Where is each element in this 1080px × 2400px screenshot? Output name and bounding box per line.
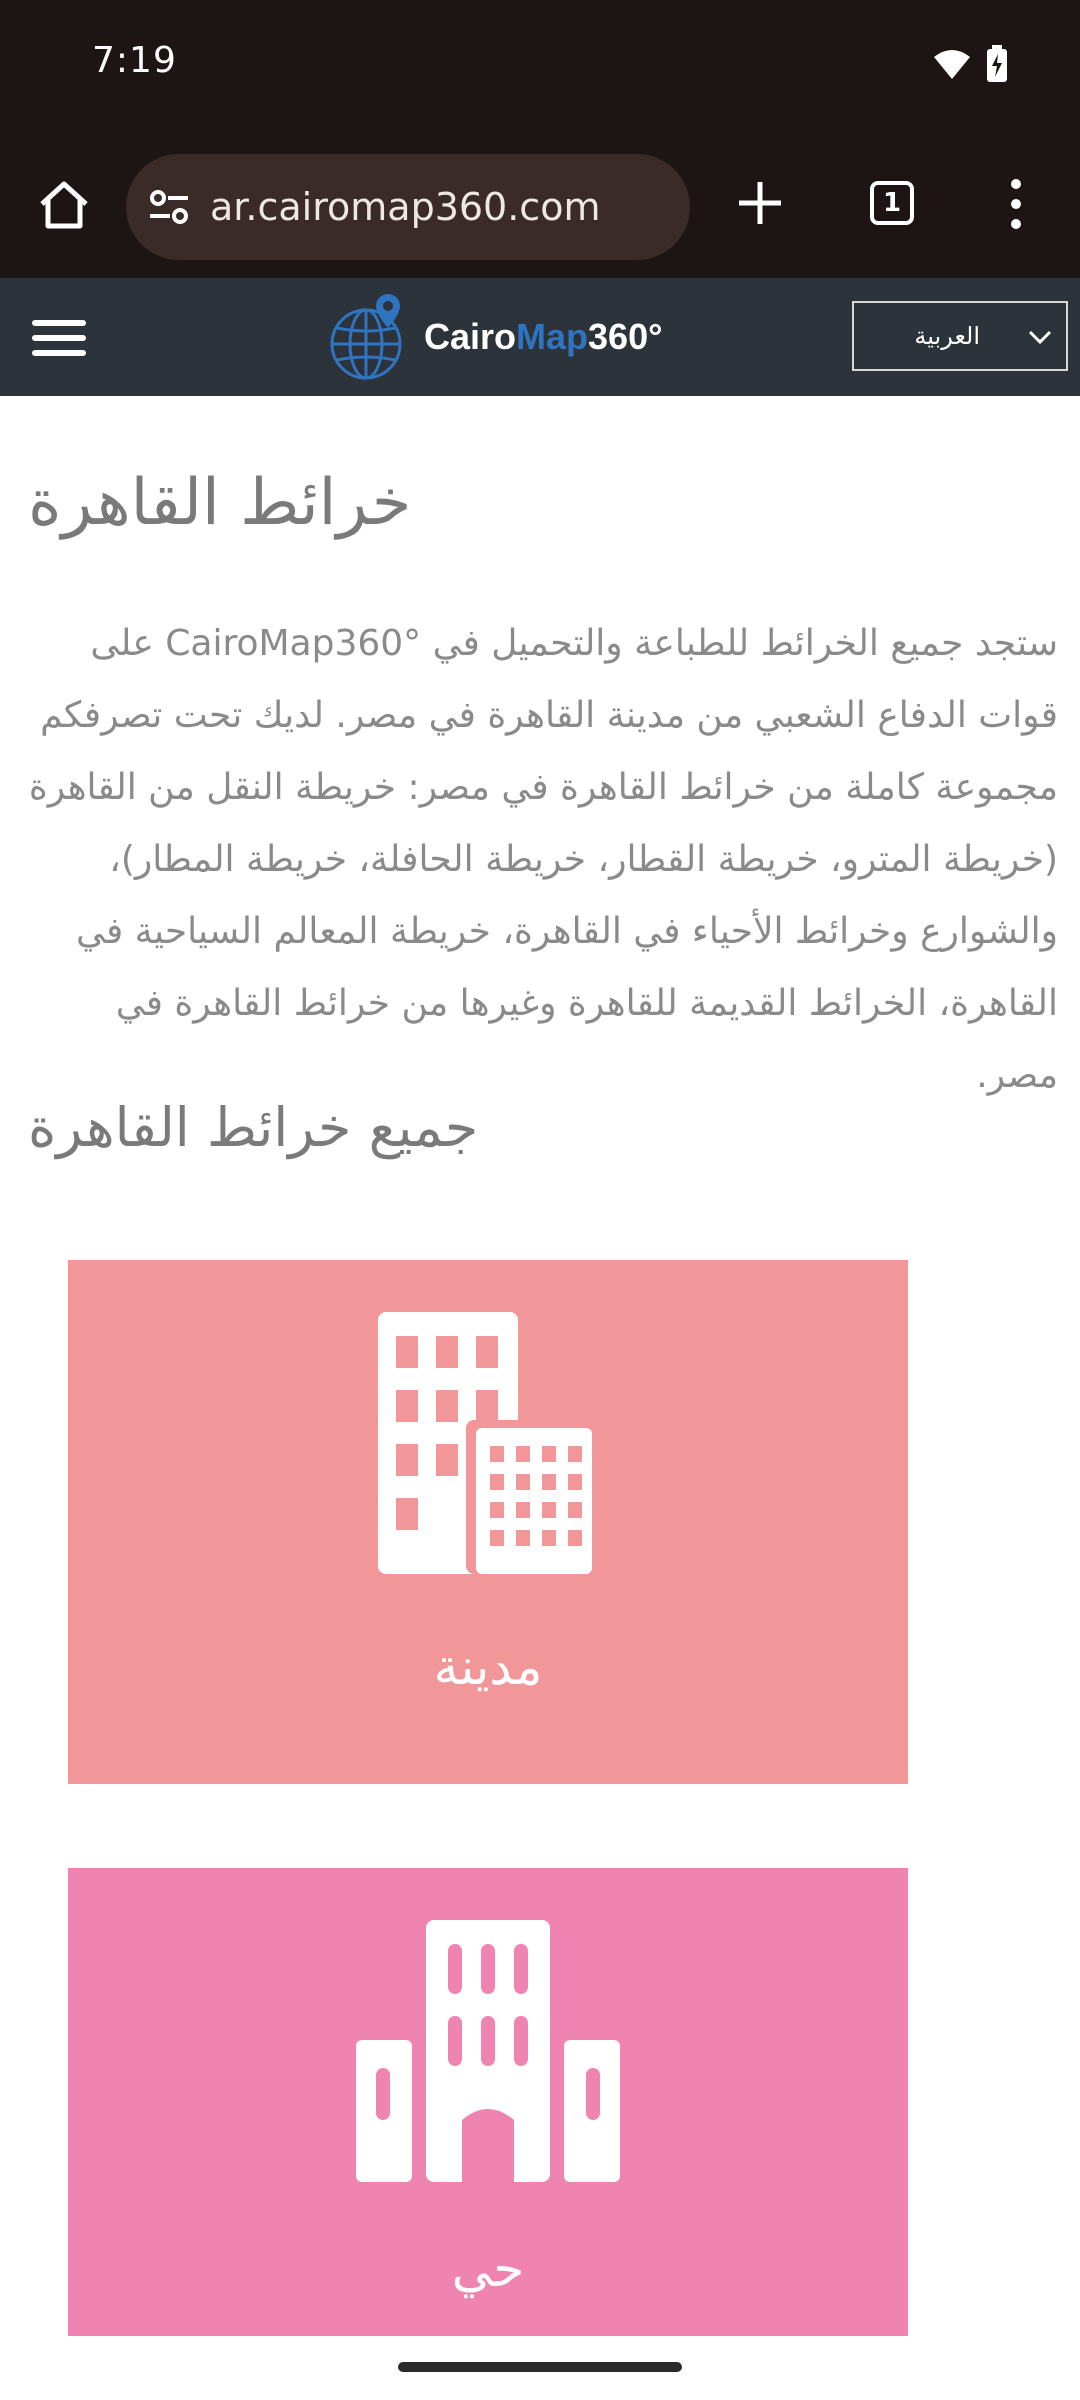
globe-pin-icon <box>330 294 402 380</box>
language-select-value: العربية <box>914 322 980 350</box>
hamburger-icon <box>32 320 86 326</box>
section-title: جميع خرائط القاهرة <box>28 1096 479 1159</box>
category-card-district[interactable]: حي <box>68 1868 908 2336</box>
gesture-nav-handle[interactable] <box>398 2362 682 2372</box>
browser-toolbar: ar.cairomap360.com 1 <box>0 140 1080 278</box>
logo-text: CairoMap360° <box>424 316 663 358</box>
home-button[interactable] <box>32 173 96 237</box>
address-bar[interactable]: ar.cairomap360.com <box>126 154 690 260</box>
logo-text-cairo: Cairo <box>424 316 517 357</box>
tab-switcher-icon: 1 <box>870 181 914 225</box>
tab-count: 1 <box>882 188 902 218</box>
site-logo[interactable]: CairoMap360° <box>326 278 663 396</box>
intro-paragraph: ستجد جميع الخرائط للطباعة والتحميل في Ca… <box>28 623 1058 1096</box>
site-settings-button[interactable] <box>146 184 192 230</box>
url-text: ar.cairomap360.com <box>210 185 601 229</box>
page-title: خرائط القاهرة <box>28 466 412 540</box>
card-label-district: حي <box>451 2240 525 2298</box>
more-menu-button[interactable] <box>992 168 1040 240</box>
category-card-city[interactable]: مدينة <box>68 1260 908 1784</box>
logo-text-360: 360° <box>588 316 663 357</box>
home-icon <box>40 181 88 229</box>
status-bar: 7:19 <box>0 0 1080 140</box>
status-time: 7:19 <box>92 40 177 81</box>
logo-text-map: Map <box>516 316 589 357</box>
new-tab-button[interactable] <box>728 171 792 235</box>
card-label-city: مدينة <box>433 1638 543 1696</box>
hamburger-menu-button[interactable] <box>32 320 86 356</box>
more-menu-icon <box>1011 179 1021 189</box>
city-buildings-icon <box>378 1312 598 1574</box>
new-tab-icon <box>739 182 781 224</box>
wifi-icon <box>934 50 970 79</box>
language-select[interactable]: العربية <box>852 301 1068 371</box>
site-header: CairoMap360° العربية <box>0 278 1080 396</box>
tab-switcher-button[interactable]: 1 <box>862 173 922 233</box>
status-icons <box>932 44 1008 84</box>
chevron-down-icon <box>1028 330 1052 345</box>
battery-charging-icon <box>987 45 1007 82</box>
district-building-icon <box>356 1920 620 2182</box>
site-settings-icon <box>150 190 188 224</box>
